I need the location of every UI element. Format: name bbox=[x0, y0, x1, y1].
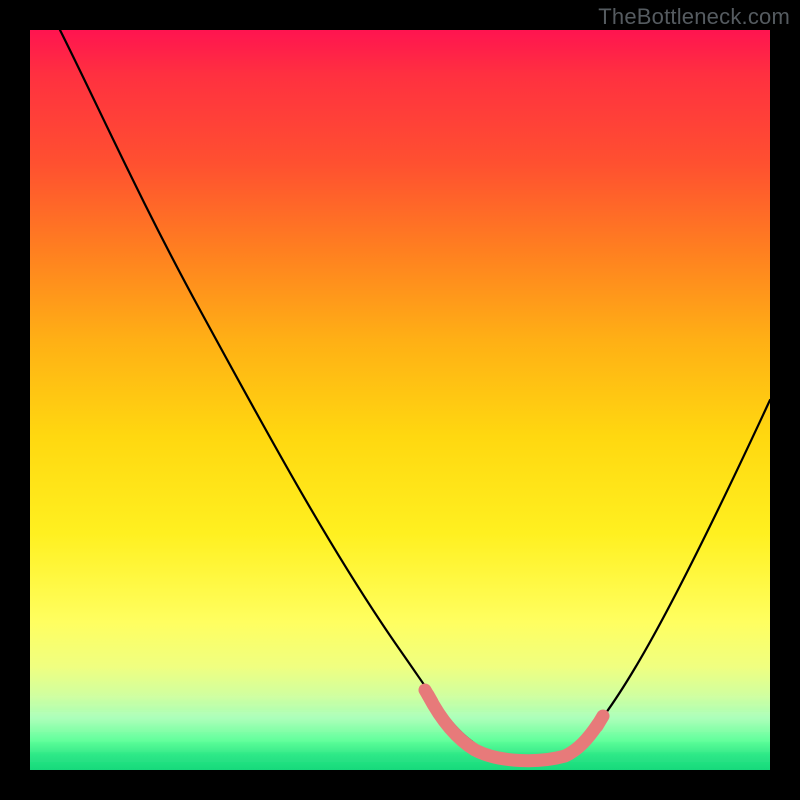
highlight-end-right bbox=[597, 716, 603, 726]
curve-layer bbox=[30, 30, 770, 770]
watermark-text: TheBottleneck.com bbox=[598, 4, 790, 30]
plot-area bbox=[30, 30, 770, 770]
left-curve bbox=[60, 30, 500, 757]
right-curve bbox=[577, 400, 770, 748]
bottom-highlight bbox=[428, 695, 598, 761]
chart-container: TheBottleneck.com bbox=[0, 0, 800, 800]
highlight-end-left bbox=[425, 690, 432, 702]
